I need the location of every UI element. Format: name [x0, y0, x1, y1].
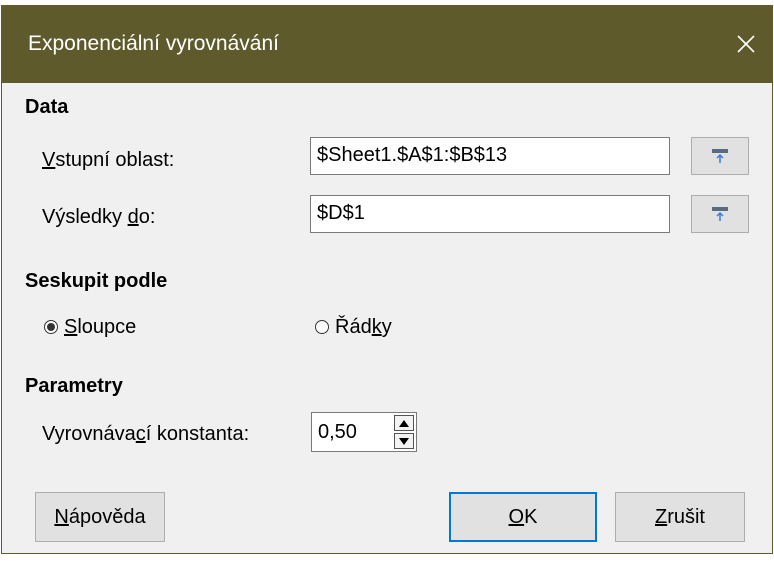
section-title-grouping: Seskupit podle: [25, 270, 168, 292]
section-title-parameters: Parametry: [25, 375, 123, 397]
smoothing-constant-value[interactable]: 0,50: [318, 421, 357, 444]
input-range-field[interactable]: $Sheet1.$A$1:$B$13: [310, 137, 670, 175]
triangle-up-icon: [399, 419, 409, 427]
help-button[interactable]: Nápověda: [35, 492, 165, 542]
radio-button-selected[interactable]: [44, 320, 58, 334]
ok-button[interactable]: OK: [449, 492, 597, 542]
spin-down-button[interactable]: [394, 433, 414, 449]
section-title-data: Data: [25, 96, 69, 118]
title-bar: Exponenciální vyrovnávání: [2, 5, 772, 83]
dialog-window: Exponenciální vyrovnávání Data Vstupní o…: [1, 5, 773, 554]
triangle-down-icon: [399, 437, 409, 445]
smoothing-constant-label: Vyrovnávací konstanta:: [42, 423, 250, 445]
shrink-selection-icon: [712, 207, 728, 221]
cancel-button[interactable]: Zrušit: [615, 492, 745, 542]
input-range-shrink-button[interactable]: [691, 137, 749, 175]
radio-rows[interactable]: Řád k y: [315, 315, 392, 339]
shrink-selection-icon: [712, 149, 728, 163]
smoothing-constant-spinbox[interactable]: 0,50: [311, 412, 417, 452]
dialog-title: Exponenciální vyrovnávání: [28, 32, 279, 55]
results-to-shrink-button[interactable]: [691, 195, 749, 233]
input-range-label: Vstupní oblast:: [42, 149, 175, 171]
results-to-label: Výsledky do:: [42, 206, 156, 228]
close-icon: [737, 35, 755, 53]
results-to-field[interactable]: $D$1: [310, 195, 670, 233]
radio-columns[interactable]: Sloupce: [44, 315, 136, 339]
radio-button[interactable]: [315, 320, 329, 334]
close-button[interactable]: [730, 28, 762, 60]
spin-up-button[interactable]: [394, 415, 414, 431]
